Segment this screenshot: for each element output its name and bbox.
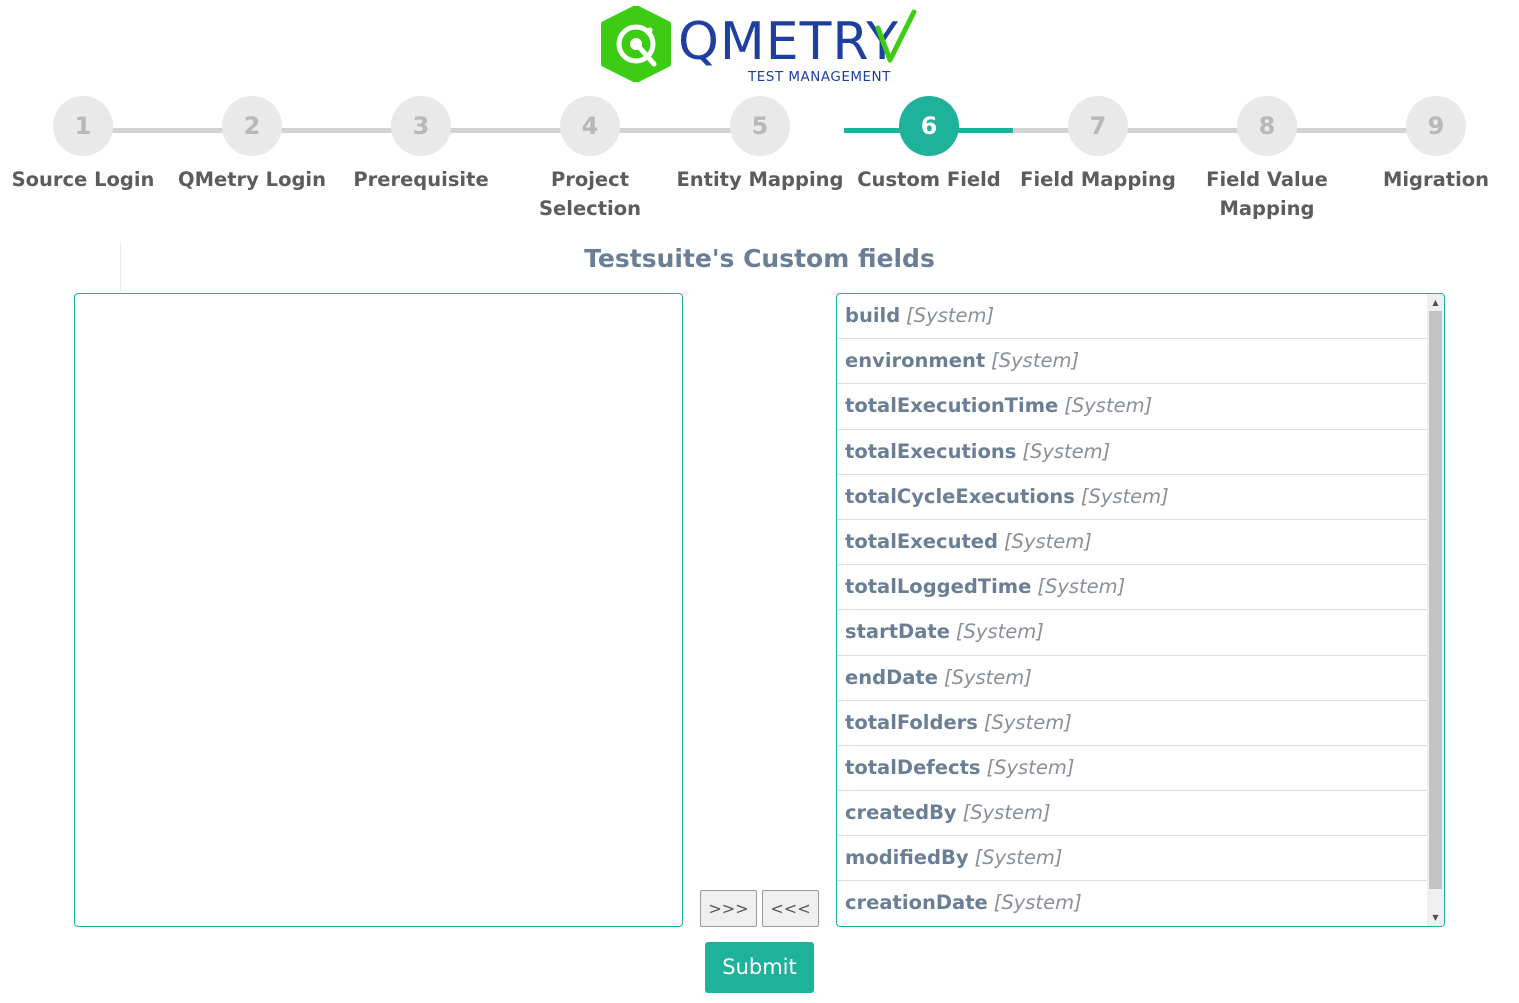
list-item[interactable]: totalExecutions [System]	[837, 430, 1427, 475]
qmetry-logo-mark-icon	[601, 6, 671, 82]
available-fields-list[interactable]: build [System] environment [System] totalExe…	[836, 293, 1445, 927]
step-label: Migration	[1382, 168, 1490, 191]
field-type-tag: [System]	[993, 891, 1082, 915]
step-number: 4	[560, 96, 620, 156]
list-item[interactable]: environment [System]	[837, 339, 1427, 385]
list-item[interactable]: totalLoggedTime [System]	[837, 565, 1427, 611]
step-label: Prerequisite	[353, 168, 489, 191]
field-name: startDate	[845, 620, 950, 644]
list-item[interactable]: modifiedBy [System]	[837, 836, 1427, 882]
field-name: creationDate	[845, 891, 988, 915]
field-name: createdBy	[845, 801, 957, 825]
available-fields-items: build [System] environment [System] totalExe…	[837, 294, 1427, 926]
scroll-thumb[interactable]	[1429, 311, 1442, 889]
field-type-tag: [System]	[943, 665, 1032, 689]
field-type-tag: [System]	[906, 304, 995, 327]
brand-subtitle: TEST MANAGEMENT	[748, 69, 891, 85]
page-title: Testsuite's Custom fields	[584, 244, 935, 273]
scroll-down-arrow-icon[interactable]: ▼	[1427, 909, 1444, 926]
step-number: 7	[1068, 96, 1128, 156]
step-entity-mapping[interactable]: 5 Entity Mapping	[675, 96, 845, 194]
field-type-tag: [System]	[1037, 575, 1126, 599]
field-type-tag: [System]	[1003, 529, 1092, 553]
field-type-tag: [System]	[991, 349, 1080, 373]
step-number: 5	[730, 96, 790, 156]
checkmark-icon	[875, 9, 917, 63]
wizard-stepper: 1 Source Login 2 QMetry Login 3 Prerequi…	[0, 96, 1519, 236]
field-type-tag: [System]	[1064, 394, 1153, 418]
field-name: environment	[845, 349, 986, 373]
step-number: 1	[53, 96, 113, 156]
field-type-tag: [System]	[962, 801, 1051, 825]
step-number: 8	[1237, 96, 1297, 156]
field-name: totalDefects	[845, 755, 981, 779]
selected-fields-list[interactable]	[74, 293, 683, 927]
step-field-mapping[interactable]: 7 Field Mapping	[1013, 96, 1183, 194]
step-custom-field[interactable]: 6 Custom Field	[844, 96, 1014, 194]
field-name: modifiedBy	[845, 846, 969, 870]
list-item[interactable]: createdBy [System]	[837, 791, 1427, 837]
list-item[interactable]: endDate [System]	[837, 656, 1427, 701]
field-name: totalFolders	[845, 710, 978, 734]
field-type-tag: [System]	[986, 755, 1075, 779]
step-number: 2	[222, 96, 282, 156]
step-source-login[interactable]: 1 Source Login	[0, 96, 168, 194]
list-item[interactable]: creationDate [System]	[837, 881, 1427, 926]
step-project-selection[interactable]: 4 Project Selection	[505, 96, 675, 223]
field-name: totalLoggedTime	[845, 575, 1032, 599]
list-item[interactable]: totalFolders [System]	[837, 701, 1427, 746]
step-label: Entity Mapping	[676, 168, 844, 191]
field-name: build	[845, 304, 901, 327]
field-type-tag: [System]	[1022, 439, 1111, 463]
list-item[interactable]: totalExecutionTime [System]	[837, 384, 1427, 430]
list-item[interactable]: startDate [System]	[837, 610, 1427, 656]
field-name: totalExecuted	[845, 529, 998, 553]
move-right-button[interactable]: >>>	[700, 890, 757, 927]
step-prerequisite[interactable]: 3 Prerequisite	[336, 96, 506, 194]
step-label: Field Value Mapping	[1206, 168, 1328, 220]
step-field-value-mapping[interactable]: 8 Field Value Mapping	[1182, 96, 1352, 223]
field-type-tag: [System]	[974, 846, 1063, 870]
scrollbar[interactable]: ▲ ▼	[1427, 294, 1444, 926]
field-type-tag: [System]	[955, 620, 1044, 644]
list-item[interactable]: totalExecuted [System]	[837, 520, 1427, 566]
field-type-tag: [System]	[983, 710, 1072, 734]
step-label: Field Mapping	[1020, 168, 1176, 191]
list-item[interactable]: totalDefects [System]	[837, 746, 1427, 792]
field-name: totalExecutionTime	[845, 394, 1059, 418]
list-item[interactable]: build [System]	[837, 294, 1427, 340]
step-number: 9	[1406, 96, 1466, 156]
list-item[interactable]: totalCycleExecutions [System]	[837, 475, 1427, 520]
step-qmetry-login[interactable]: 2 QMetry Login	[167, 96, 337, 194]
move-left-button[interactable]: <<<	[762, 890, 819, 927]
step-number: 3	[391, 96, 451, 156]
step-migration[interactable]: 9 Migration	[1351, 96, 1519, 194]
field-type-tag: [System]	[1080, 484, 1169, 508]
step-number: 6	[899, 96, 959, 156]
step-label: Source Login	[11, 168, 155, 191]
step-label: Custom Field	[857, 168, 1001, 191]
scroll-up-arrow-icon[interactable]: ▲	[1427, 294, 1444, 311]
step-label: QMetry Login	[178, 168, 326, 191]
field-name: endDate	[845, 665, 938, 689]
qmetry-logo: QMETRY TEST MANAGEMENT	[600, 6, 920, 86]
step-label: Project Selection	[538, 168, 642, 220]
field-name: totalExecutions	[845, 439, 1017, 463]
submit-button[interactable]: Submit	[705, 942, 814, 993]
field-name: totalCycleExecutions	[845, 484, 1075, 508]
